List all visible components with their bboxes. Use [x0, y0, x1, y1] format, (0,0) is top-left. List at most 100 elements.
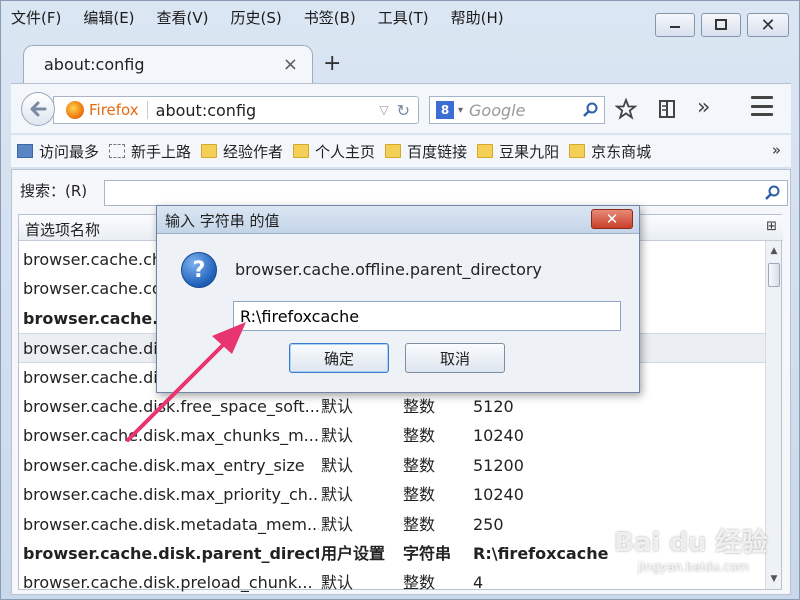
url-dropdown-icon[interactable]: ▽: [379, 103, 388, 117]
search-bar[interactable]: 8 ▾ Google: [429, 96, 605, 124]
scroll-down-icon[interactable]: ▼: [766, 571, 782, 587]
bookmark-folder-1[interactable]: 经验作者: [201, 141, 283, 162]
pref-type-cell: 整数: [403, 426, 436, 446]
menu-view[interactable]: 查看(V): [155, 5, 211, 29]
dialog-title: 输入 字符串 的值: [165, 212, 280, 230]
toolbar-icons: »: [615, 97, 710, 120]
table-row[interactable]: browser.cache.disk.max_entry_size 默认 整数 512…: [19, 451, 767, 480]
bookmarks-toolbar: 访问最多 新手上路 经验作者 个人主页 百度链接 豆果九阳 京东商城 »: [11, 135, 791, 167]
pref-name-cell: browser.cache.disk.max_priority_ch...: [23, 485, 319, 505]
page-icon: [109, 144, 126, 158]
menu-history[interactable]: 历史(S): [229, 5, 284, 29]
window-caption-buttons: ✕: [655, 13, 789, 37]
tab-about-config[interactable]: about:config ×: [23, 45, 313, 83]
bookmark-folder-5[interactable]: 京东商城: [569, 141, 651, 162]
folder-icon: [293, 144, 310, 158]
pref-name-cell: browser.cache.disk.free_space_soft...: [23, 396, 319, 416]
url-bar[interactable]: Firefox about:config ▽ ↻: [53, 96, 419, 124]
pref-value-cell: 10240: [473, 485, 524, 505]
bookmark-getting-started[interactable]: 新手上路: [109, 141, 191, 162]
pref-name-cell: browser.cache.disk.preload_chunk...: [23, 573, 313, 593]
pref-status-cell: 默认: [321, 455, 354, 475]
pref-status-cell: 默认: [321, 573, 354, 593]
pref-value-cell: 51200: [473, 455, 524, 475]
url-text[interactable]: about:config: [156, 101, 380, 120]
tab-close-icon[interactable]: ×: [283, 54, 298, 75]
minimize-icon: [670, 26, 680, 28]
bookmark-folder-2[interactable]: 个人主页: [293, 141, 375, 162]
table-row[interactable]: browser.cache.disk.max_priority_ch... 默认 整…: [19, 480, 767, 509]
question-icon: ?: [181, 252, 217, 288]
close-window-button[interactable]: ✕: [747, 13, 789, 37]
table-row[interactable]: browser.cache.disk.free_space_soft... 默认 整…: [19, 392, 767, 421]
column-picker-icon[interactable]: ⊞: [766, 219, 777, 234]
baidu-watermark-url: jingyan.baidu.com: [638, 560, 749, 574]
pref-type-cell: 整数: [403, 396, 436, 416]
maximize-button[interactable]: [701, 13, 741, 37]
pref-name-cell: browser.cache.disk.parent_direct...: [23, 543, 319, 563]
pref-name-cell: browser.cache.disk.max_chunks_m...: [23, 426, 319, 446]
firefox-icon: [66, 101, 84, 119]
scroll-thumb[interactable]: [768, 263, 780, 287]
menu-file[interactable]: 文件(F): [9, 5, 63, 29]
navigation-bar: Firefox about:config ▽ ↻ 8 ▾ Google »: [11, 83, 791, 133]
baidu-watermark-logo: Bai du 经验: [614, 528, 768, 558]
bookmark-label: 访问最多: [39, 142, 100, 161]
config-search-label: 搜索：(R): [20, 182, 88, 200]
maximize-icon: [715, 19, 727, 30]
bookmark-label: 新手上路: [131, 142, 192, 161]
back-arrow-icon: [30, 101, 47, 117]
menu-bookmarks[interactable]: 书签(B): [302, 5, 358, 29]
string-input-dialog: 输入 字符串 的值 ✕ ? browser.cache.offline.pare…: [156, 205, 640, 393]
bookmark-folder-3[interactable]: 百度链接: [385, 141, 467, 162]
minimize-button[interactable]: [655, 13, 695, 37]
most-visited-icon: [17, 144, 33, 158]
pref-name-cell: browser.cache.disk.max_entry_size: [23, 455, 305, 475]
folder-icon: [569, 144, 586, 158]
scroll-up-icon[interactable]: ▲: [766, 243, 782, 259]
search-icon: [765, 185, 780, 200]
url-separator: [146, 101, 148, 119]
bookmarks-overflow-icon[interactable]: »: [772, 141, 781, 159]
dialog-message: browser.cache.offline.parent_directory: [235, 260, 542, 279]
dialog-close-button[interactable]: ✕: [591, 209, 633, 229]
menu-bar: 文件(F) 编辑(E) 查看(V) 历史(S) 书签(B) 工具(T) 帮助(H…: [9, 5, 506, 29]
back-button[interactable]: [21, 92, 55, 126]
menu-tools[interactable]: 工具(T): [376, 5, 431, 29]
ok-button[interactable]: 确定: [289, 343, 389, 373]
cancel-button[interactable]: 取消: [405, 343, 505, 373]
bookmark-label: 经验作者: [223, 142, 284, 161]
bookmark-label: 豆果九阳: [499, 142, 560, 161]
pref-value-cell: 5120: [473, 396, 514, 416]
table-row[interactable]: browser.cache.disk.max_chunks_m... 默认 整数 10…: [19, 421, 767, 450]
new-tab-button[interactable]: +: [323, 51, 341, 76]
identity-label: Firefox: [89, 101, 139, 119]
config-search-input[interactable]: [104, 180, 788, 206]
column-header-name[interactable]: 首选项名称: [25, 219, 100, 240]
pref-type-cell: 整数: [403, 514, 436, 534]
dialog-value-input[interactable]: [233, 301, 621, 331]
overflow-chevron-icon[interactable]: »: [697, 97, 710, 120]
reload-icon[interactable]: ↻: [397, 101, 410, 120]
search-icon[interactable]: [582, 102, 598, 118]
close-icon: ✕: [760, 14, 776, 36]
bookmark-folder-4[interactable]: 豆果九阳: [477, 141, 559, 162]
hamburger-menu-icon[interactable]: [751, 96, 773, 116]
tab-title: about:config: [44, 55, 145, 74]
close-icon: ✕: [605, 210, 619, 228]
bookmarks-menu-icon[interactable]: [657, 98, 677, 120]
menu-help[interactable]: 帮助(H): [449, 5, 506, 29]
search-engine-dropdown-icon[interactable]: ▾: [458, 105, 463, 116]
pref-status-cell: 默认: [321, 514, 354, 534]
bookmark-label: 百度链接: [407, 142, 468, 161]
pref-status-cell: 默认: [321, 396, 354, 416]
folder-icon: [201, 144, 218, 158]
bookmark-label: 个人主页: [315, 142, 376, 161]
pref-status-cell: 用户设置: [321, 543, 386, 563]
pref-type-cell: 整数: [403, 485, 436, 505]
bookmark-star-icon[interactable]: [615, 98, 637, 120]
bookmark-most-visited[interactable]: 访问最多: [17, 141, 99, 162]
pref-status-cell: 默认: [321, 426, 354, 446]
search-engine-icon[interactable]: 8: [436, 101, 454, 119]
menu-edit[interactable]: 编辑(E): [81, 5, 136, 29]
